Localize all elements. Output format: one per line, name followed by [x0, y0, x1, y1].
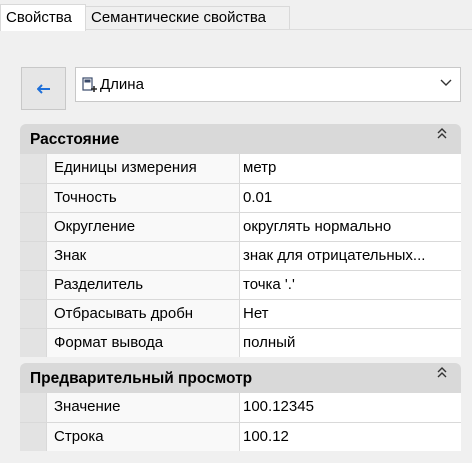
- property-value[interactable]: Нет: [239, 300, 461, 328]
- section-title: Предварительный просмотр: [30, 370, 253, 387]
- section-title: Расстояние: [30, 131, 120, 148]
- property-type-select[interactable]: Длина: [75, 67, 461, 102]
- property-value[interactable]: 100.12: [239, 423, 461, 451]
- arrow-left-icon: [36, 83, 50, 94]
- double-chevron-up-icon[interactable]: [437, 367, 447, 379]
- property-value[interactable]: полный: [239, 329, 461, 357]
- property-name: Значение: [46, 393, 239, 422]
- property-value[interactable]: точка '.': [239, 271, 461, 299]
- property-row[interactable]: Точность 0.01: [20, 183, 461, 212]
- property-name: Единицы измерения: [46, 154, 239, 183]
- chevron-down-icon: [440, 79, 452, 86]
- tab-bar: Свойства Семантические свойства: [0, 0, 472, 31]
- property-value[interactable]: 0.01: [239, 184, 461, 212]
- double-chevron-up-icon[interactable]: [437, 128, 447, 140]
- property-name: Точность: [46, 184, 239, 212]
- property-value[interactable]: округлять нормально: [239, 213, 461, 241]
- property-grid: Единицы измерения метр Точность 0.01 Окр…: [20, 154, 461, 357]
- section-preview: Предварительный просмотр Значение 100.12…: [20, 363, 461, 451]
- property-row[interactable]: Единицы измерения метр: [20, 154, 461, 183]
- section-distance: Расстояние Единицы измерения метр Точнос…: [20, 124, 461, 357]
- property-name: Знак: [46, 242, 239, 270]
- property-row[interactable]: Округление округлять нормально: [20, 212, 461, 241]
- property-grid: Значение 100.12345 Строка 100.12: [20, 393, 461, 451]
- property-value[interactable]: метр: [239, 154, 461, 183]
- property-value[interactable]: знак для отрицательных...: [239, 242, 461, 270]
- property-value[interactable]: 100.12345: [239, 393, 461, 422]
- property-row[interactable]: Строка 100.12: [20, 422, 461, 451]
- property-row[interactable]: Формат вывода полный: [20, 328, 461, 357]
- property-name: Строка: [46, 423, 239, 451]
- property-row[interactable]: Значение 100.12345: [20, 393, 461, 422]
- section-header[interactable]: Предварительный просмотр: [20, 363, 461, 393]
- property-row[interactable]: Разделитель точка '.': [20, 270, 461, 299]
- property-name: Отбрасывать дробн: [46, 300, 239, 328]
- property-name: Формат вывода: [46, 329, 239, 357]
- select-value: Длина: [100, 76, 144, 93]
- property-name: Разделитель: [46, 271, 239, 299]
- section-header[interactable]: Расстояние: [20, 124, 461, 154]
- property-row[interactable]: Отбрасывать дробн Нет: [20, 299, 461, 328]
- property-row[interactable]: Знак знак для отрицательных...: [20, 241, 461, 270]
- tab-semantic-properties[interactable]: Семантические свойства: [86, 6, 290, 30]
- property-name: Округление: [46, 213, 239, 241]
- length-measure-icon: [82, 77, 97, 92]
- tab-properties[interactable]: Свойства: [0, 4, 86, 31]
- back-button[interactable]: [21, 67, 66, 110]
